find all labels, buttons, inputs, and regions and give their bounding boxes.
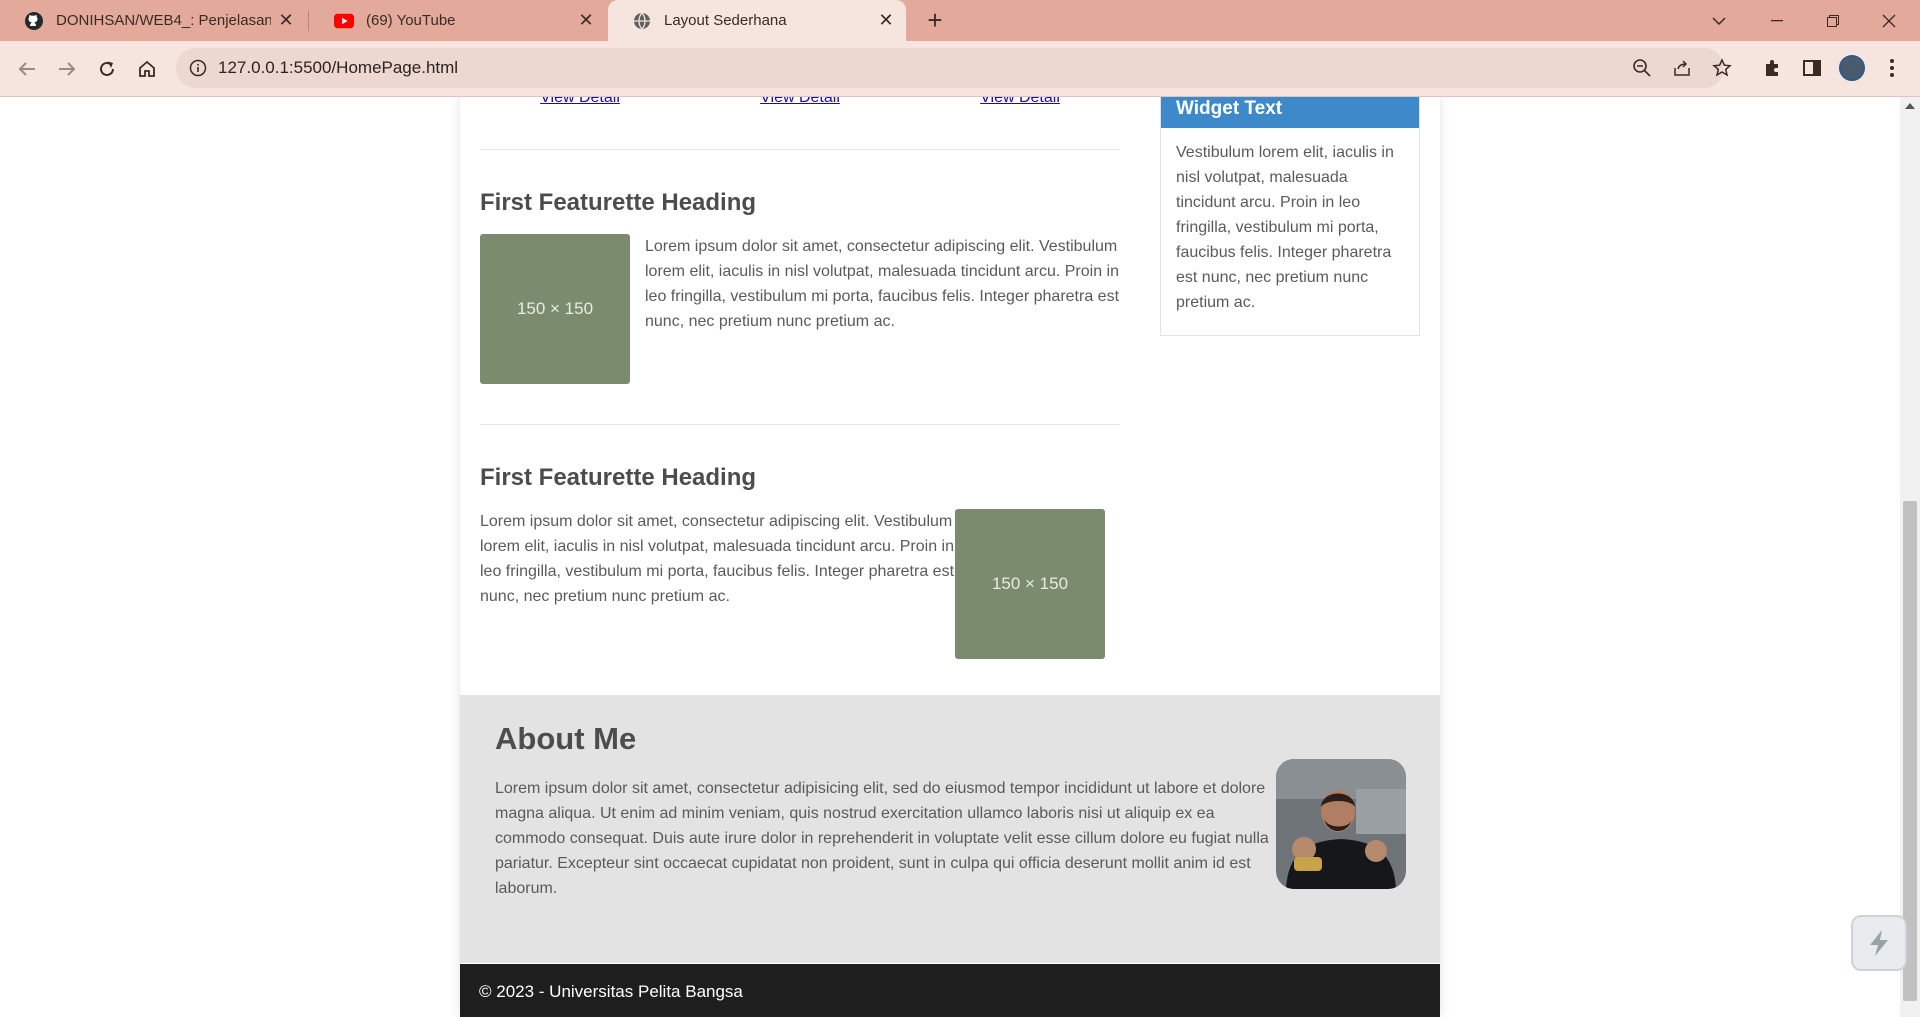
page-container: View Detail View Detail View Detail Firs…	[460, 97, 1440, 1017]
floating-extension-button[interactable]	[1851, 915, 1907, 971]
menu-kebab-icon[interactable]	[1877, 53, 1907, 83]
view-detail-link-1[interactable]: View Detail	[470, 97, 690, 107]
widget-box: Widget Text Vestibulum lorem elit, iacul…	[1160, 97, 1420, 336]
home-icon[interactable]	[131, 53, 163, 85]
scroll-up-arrow-icon[interactable]	[1905, 103, 1915, 109]
zoom-icon[interactable]	[1630, 56, 1654, 80]
youtube-icon	[334, 11, 354, 31]
footer-text: © 2023 - Universitas Pelita Bangsa	[479, 982, 743, 1001]
new-tab-button[interactable]: +	[921, 7, 949, 34]
tab-title: (69) YouTube	[366, 12, 456, 29]
reload-icon[interactable]	[91, 53, 123, 85]
avatar	[1839, 55, 1865, 81]
minimize-icon[interactable]	[1754, 0, 1800, 41]
tab-search-icon[interactable]	[1696, 0, 1742, 41]
tab-youtube[interactable]: (69) YouTube ✕	[310, 0, 606, 41]
featurette-heading: First Featurette Heading	[480, 189, 757, 216]
browser-toolbar: 127.0.0.1:5500/HomePage.html	[0, 41, 1920, 97]
site-info-icon[interactable]	[186, 56, 210, 80]
bookmark-star-icon[interactable]	[1710, 56, 1734, 80]
forward-icon[interactable]	[51, 53, 83, 85]
tab-layout-sederhana[interactable]: Layout Sederhana ✕	[608, 0, 906, 41]
about-text: Lorem ipsum dolor sit amet, consectetur …	[495, 780, 1269, 897]
divider	[480, 149, 1120, 150]
widget-header: Widget Text	[1161, 97, 1419, 128]
page-viewport: View Detail View Detail View Detail Firs…	[0, 97, 1900, 1017]
widget-text: Vestibulum lorem elit, iaculis in nisl v…	[1176, 144, 1394, 311]
profile-photo	[1276, 759, 1406, 889]
tab-github[interactable]: DONIHSAN/WEB4_: Penjelasan T ✕	[0, 0, 306, 41]
profile-avatar[interactable]	[1837, 53, 1867, 83]
featurette-image-placeholder: 150 × 150	[955, 509, 1105, 659]
featurette-heading: First Featurette Heading	[480, 464, 757, 491]
share-icon[interactable]	[1670, 56, 1694, 80]
lightning-icon	[1870, 930, 1888, 956]
divider	[480, 424, 1120, 425]
extensions-icon[interactable]	[1757, 53, 1787, 83]
scrollbar[interactable]	[1900, 97, 1920, 1017]
about-section: About Me Lorem ipsum dolor sit amet, con…	[460, 695, 1440, 963]
tab-title: DONIHSAN/WEB4_: Penjelasan T	[56, 12, 271, 29]
featurette-text: Lorem ipsum dolor sit amet, consectetur …	[480, 513, 955, 605]
widget-title: Widget Text	[1176, 98, 1283, 119]
view-detail-row: View Detail View Detail View Detail	[480, 97, 1120, 117]
url-path: :5500/HomePage.html	[288, 58, 459, 77]
view-detail-link-2[interactable]: View Detail	[690, 97, 910, 107]
restore-icon[interactable]	[1810, 0, 1856, 41]
image-size-label: 150 × 150	[991, 574, 1069, 593]
address-bar[interactable]: 127.0.0.1:5500/HomePage.html	[176, 48, 1732, 88]
url-text[interactable]: 127.0.0.1:5500/HomePage.html	[218, 58, 458, 78]
featurette-image-placeholder: 150 × 150	[480, 234, 630, 384]
url-host: 127.0.0.1	[218, 58, 289, 77]
tab-strip: DONIHSAN/WEB4_: Penjelasan T ✕ (69) YouT…	[0, 0, 1920, 41]
globe-icon	[632, 11, 652, 31]
footer: © 2023 - Universitas Pelita Bangsa	[460, 964, 1440, 1017]
back-icon[interactable]	[11, 53, 43, 85]
side-panel-icon[interactable]	[1797, 53, 1827, 83]
close-window-icon[interactable]	[1866, 0, 1912, 41]
github-icon	[24, 11, 44, 31]
about-title: About Me	[495, 721, 637, 756]
close-tab-icon[interactable]: ✕	[876, 10, 896, 30]
tab-title: Layout Sederhana	[664, 12, 787, 29]
tab-divider	[308, 11, 309, 31]
view-detail-link-3[interactable]: View Detail	[910, 97, 1130, 107]
featurette-text: Lorem ipsum dolor sit amet, consectetur …	[645, 238, 1120, 330]
image-size-label: 150 × 150	[516, 299, 594, 318]
close-tab-icon[interactable]: ✕	[276, 10, 296, 30]
close-tab-icon[interactable]: ✕	[576, 10, 596, 30]
